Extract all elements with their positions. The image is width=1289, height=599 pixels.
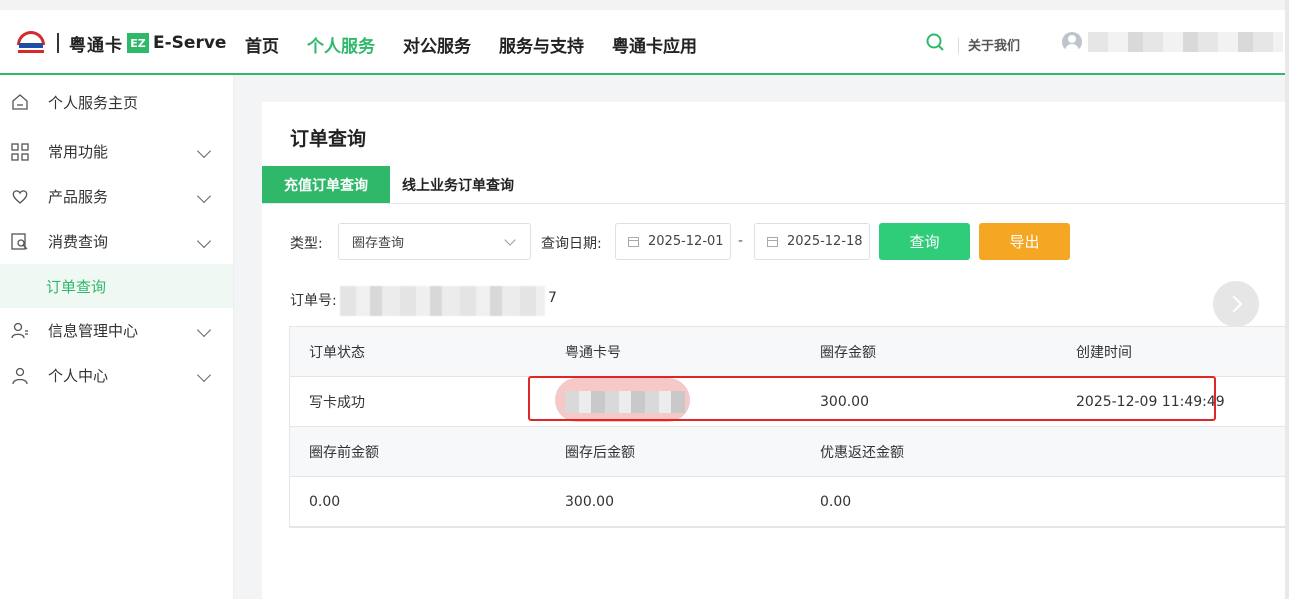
page-title: 订单查询 <box>290 128 367 150</box>
sidebar-item-personal-center[interactable]: 个人中心 <box>0 353 233 398</box>
start-date-input[interactable]: 2025-12-01 <box>615 223 731 260</box>
cell-create-time: 2025-12-09 11:49:49 <box>1076 394 1225 410</box>
sidebar-item-consumption[interactable]: 消费查询 <box>0 219 233 264</box>
header-balance-before: 圈存前金额 <box>309 445 379 461</box>
header-load-amount: 圈存金额 <box>820 345 876 361</box>
header-card-number: 粤通卡号 <box>565 345 621 361</box>
date-range-separator: - <box>738 233 744 249</box>
sidebar-item-personal-home[interactable]: 个人服务主页 <box>0 75 233 129</box>
sidebar-item-label: 个人服务主页 <box>48 93 139 112</box>
nav-service-support[interactable]: 服务与支持 <box>499 32 584 57</box>
nav-corporate-service[interactable]: 对公服务 <box>403 32 471 57</box>
start-date-value: 2025-12-01 <box>648 234 724 249</box>
username-redacted[interactable] <box>1088 32 1283 52</box>
site-logo[interactable]: 粤通卡 EZ E-Serve <box>15 30 226 56</box>
cell-discount-refund: 0.00 <box>820 494 852 510</box>
query-button[interactable]: 查询 <box>879 223 970 260</box>
type-select-value: 圈存查询 <box>352 236 405 251</box>
cell-order-status: 写卡成功 <box>309 395 365 411</box>
table-header-row: 圈存前金额 圈存后金额 优惠返还金额 <box>290 427 1289 477</box>
table-row: 0.00 300.00 0.00 <box>290 477 1289 527</box>
calendar-icon <box>767 236 778 247</box>
heart-hand-icon <box>10 187 30 207</box>
calendar-icon <box>628 236 639 247</box>
sidebar-item-label: 订单查询 <box>46 277 107 296</box>
cell-balance-before: 0.00 <box>309 494 341 510</box>
end-date-input[interactable]: 2025-12-18 <box>754 223 870 260</box>
order-detail-table: 订单状态 粤通卡号 圈存金额 创建时间 写卡成功 300.00 2025-12-… <box>289 326 1289 528</box>
order-number-label: 订单号: <box>290 293 337 309</box>
avatar-icon[interactable] <box>1062 32 1082 52</box>
user-icon <box>10 366 30 386</box>
cell-balance-after: 300.00 <box>565 494 614 510</box>
main-nav: 首页 个人服务 对公服务 服务与支持 粤通卡应用 <box>245 32 725 57</box>
guangdong-logo-icon <box>15 31 47 55</box>
grid-icon <box>10 142 30 162</box>
chevron-down-icon <box>196 143 212 158</box>
table-row: 写卡成功 300.00 2025-12-09 11:49:49 <box>290 377 1289 427</box>
sidebar-item-label: 信息管理中心 <box>48 322 139 340</box>
header-create-time: 创建时间 <box>1076 345 1132 361</box>
chevron-down-icon <box>196 322 212 337</box>
export-button[interactable]: 导出 <box>979 223 1070 260</box>
sidebar-item-common[interactable]: 常用功能 <box>0 129 233 174</box>
header-discount-refund: 优惠返还金额 <box>820 445 904 461</box>
type-label: 类型: <box>290 236 323 252</box>
card-number-redaction-pixels <box>565 391 685 413</box>
page-scrollbar[interactable] <box>1285 0 1289 599</box>
user-list-icon <box>10 321 30 341</box>
sidebar-item-label: 常用功能 <box>48 143 109 161</box>
about-us-link[interactable]: 关于我们 <box>968 35 1020 54</box>
nav-card-apps[interactable]: 粤通卡应用 <box>612 32 697 57</box>
sidebar-item-info-center[interactable]: 信息管理中心 <box>0 308 233 353</box>
home-icon <box>10 92 30 112</box>
chevron-down-icon <box>504 234 516 246</box>
next-arrow-button[interactable] <box>1213 281 1259 327</box>
order-number-tail: 7 <box>548 290 557 306</box>
sidebar-item-label: 产品服务 <box>48 188 109 206</box>
brand-name: 粤通卡 <box>69 35 123 56</box>
cell-load-amount: 300.00 <box>820 394 869 410</box>
brand-mark-icon: EZ <box>127 33 149 53</box>
sidebar-item-label: 个人中心 <box>48 367 109 385</box>
tab-recharge-orders[interactable]: 充值订单查询 <box>262 166 390 203</box>
order-number-redacted <box>340 286 545 316</box>
type-select[interactable]: 圈存查询 <box>338 223 531 260</box>
chevron-down-icon <box>196 367 212 382</box>
nav-personal-service[interactable]: 个人服务 <box>307 32 375 57</box>
header-order-status: 订单状态 <box>309 345 365 361</box>
nav-home[interactable]: 首页 <box>245 32 279 57</box>
tab-online-business-orders[interactable]: 线上业务订单查询 <box>390 166 526 203</box>
sidebar-item-label: 消费查询 <box>48 233 109 251</box>
top-header: 粤通卡 EZ E-Serve 首页 个人服务 对公服务 服务与支持 粤通卡应用 … <box>0 0 1289 75</box>
sidebar-item-order-query[interactable]: 订单查询 <box>0 264 233 308</box>
date-label: 查询日期: <box>541 236 602 252</box>
chevron-down-icon <box>196 188 212 203</box>
sidebar: 个人服务主页 常用功能 产品服务 消费查询 订单查询 信息管理中心 个人中心 <box>0 75 234 599</box>
search-icon[interactable] <box>925 32 945 52</box>
tab-bar: 充值订单查询 线上业务订单查询 <box>262 166 1289 204</box>
search-doc-icon <box>10 232 30 252</box>
table-header-row: 订单状态 粤通卡号 圈存金额 创建时间 <box>290 327 1289 377</box>
end-date-value: 2025-12-18 <box>787 234 863 249</box>
chevron-up-icon <box>196 233 212 248</box>
brand-eserve: E-Serve <box>153 33 227 53</box>
logo-divider <box>57 33 59 53</box>
header-divider <box>958 38 959 54</box>
sidebar-item-products[interactable]: 产品服务 <box>0 174 233 219</box>
header-balance-after: 圈存后金额 <box>565 445 635 461</box>
